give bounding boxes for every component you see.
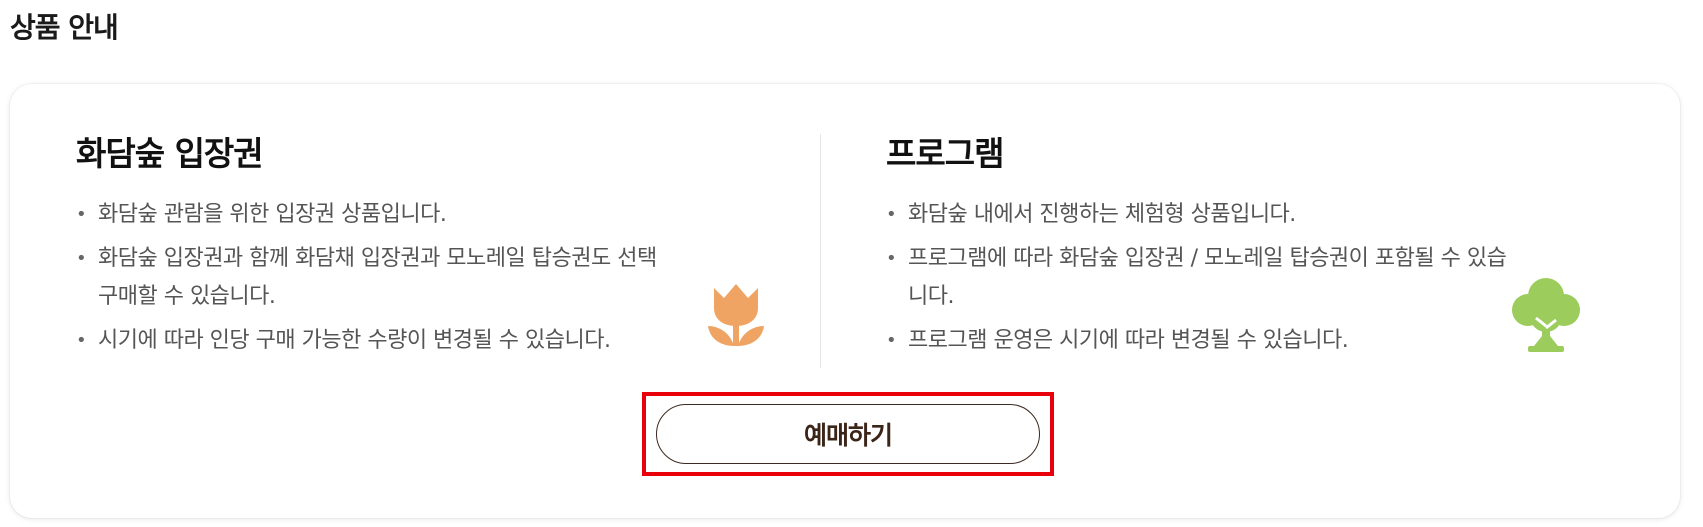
reserve-button[interactable]: 예매하기 bbox=[656, 404, 1040, 464]
program-column: 프로그램 화담숲 내에서 진행하는 체험형 상품입니다. 프로그램에 따라 화담… bbox=[886, 134, 1526, 366]
ticket-bullet: 시기에 따라 인당 구매 가능한 수량이 변경될 수 있습니다. bbox=[76, 322, 756, 360]
reserve-button-highlight: 예매하기 bbox=[642, 392, 1054, 476]
program-bullet: 화담숲 내에서 진행하는 체험형 상품입니다. bbox=[886, 196, 1526, 234]
ticket-column: 화담숲 입장권 화담숲 관람을 위한 입장권 상품입니다. 화담숲 입장권과 함… bbox=[76, 134, 756, 366]
program-bullet: 프로그램에 따라 화담숲 입장권 / 모노레일 탑승권이 포함될 수 있습니다. bbox=[886, 240, 1508, 316]
page: 상품 안내 화담숲 입장권 화담숲 관람을 위한 입장권 상품입니다. 화담숲 … bbox=[0, 0, 1703, 527]
program-bullet: 프로그램 운영은 시기에 따라 변경될 수 있습니다. bbox=[886, 322, 1526, 360]
tulip-icon bbox=[708, 284, 764, 346]
product-info-card: 화담숲 입장권 화담숲 관람을 위한 입장권 상품입니다. 화담숲 입장권과 함… bbox=[10, 84, 1680, 518]
program-bullet-list: 화담숲 내에서 진행하는 체험형 상품입니다. 프로그램에 따라 화담숲 입장권… bbox=[886, 196, 1526, 360]
ticket-bullet: 화담숲 관람을 위한 입장권 상품입니다. bbox=[76, 196, 756, 234]
column-divider bbox=[820, 134, 821, 368]
ticket-bullet: 화담숲 입장권과 함께 화담채 입장권과 모노레일 탑승권도 선택 구매할 수 … bbox=[76, 240, 668, 316]
program-title: 프로그램 bbox=[886, 134, 1004, 173]
ticket-bullet-list: 화담숲 관람을 위한 입장권 상품입니다. 화담숲 입장권과 함께 화담채 입장… bbox=[76, 196, 756, 360]
section-title: 상품 안내 bbox=[10, 11, 119, 44]
ticket-title: 화담숲 입장권 bbox=[76, 134, 264, 173]
tree-icon bbox=[1512, 278, 1580, 352]
